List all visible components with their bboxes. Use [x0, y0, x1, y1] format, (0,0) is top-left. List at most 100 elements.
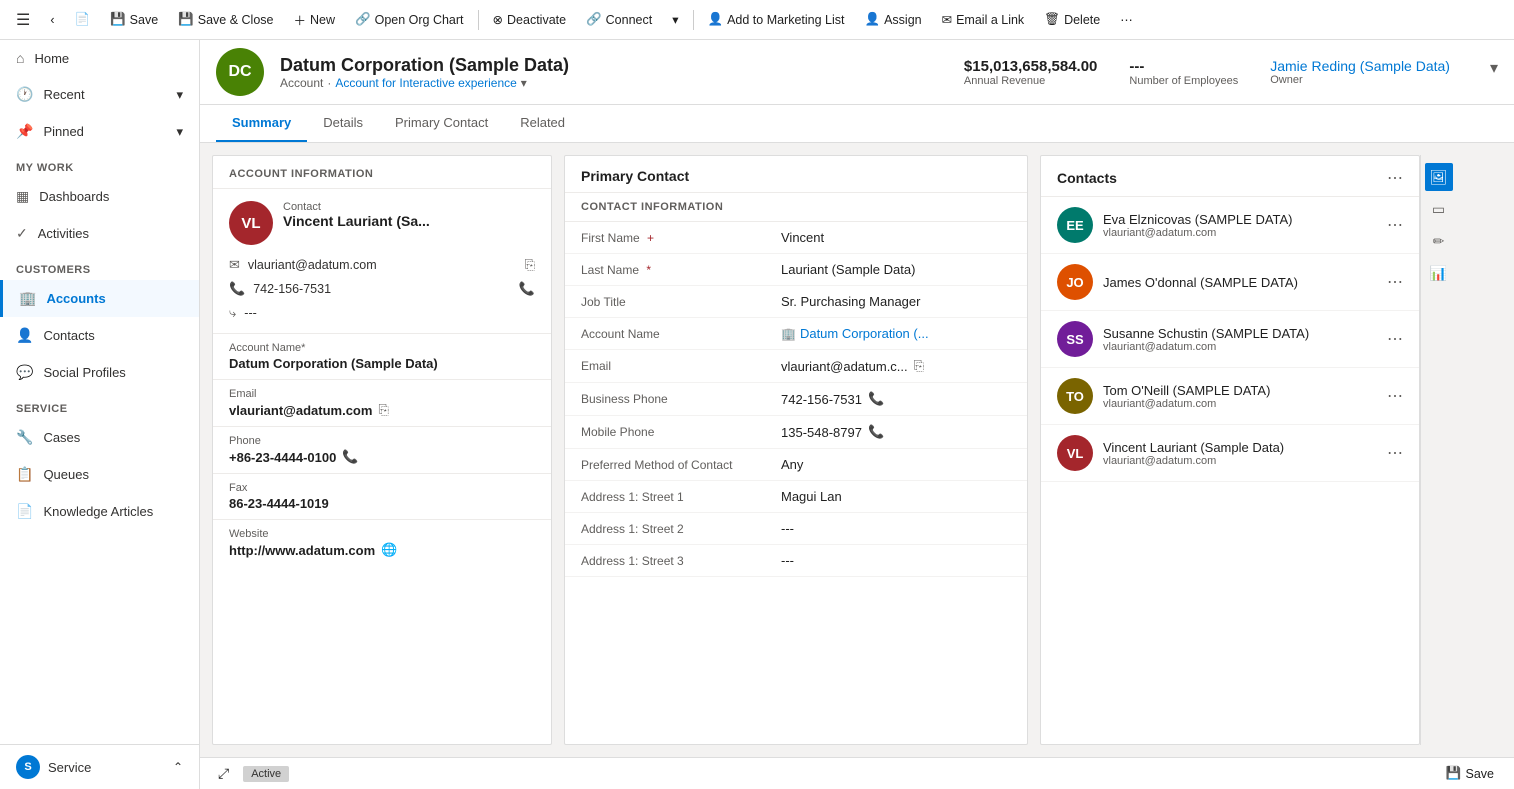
right-icon-data[interactable]: 📊 [1425, 259, 1453, 287]
contact-card-role: Contact [283, 201, 430, 213]
email-link-button[interactable]: ✉ Email a Link [934, 8, 1033, 31]
sidebar-item-knowledge[interactable]: 📄 Knowledge Articles [0, 493, 199, 530]
save-button[interactable]: 💾 Save [102, 8, 166, 31]
mobile-phone-icon[interactable]: 📞 [868, 424, 884, 440]
business-phone-value: 742-156-7531 📞 [781, 391, 1011, 407]
save-icon: 💾 [110, 12, 126, 27]
email-ci-action-icon[interactable]: ⎘ [914, 358, 924, 374]
connect-button[interactable]: 🔗 Connect [578, 8, 660, 31]
sidebar-item-dashboards[interactable]: ▦ Dashboards [0, 178, 199, 215]
assign-button[interactable]: 👤 Assign [857, 8, 930, 31]
contact-menu-to[interactable]: ⋯ [1387, 386, 1403, 406]
deactivate-button[interactable]: ⊗ Deactivate [485, 8, 575, 31]
contact-avatar-ee: EE [1057, 207, 1093, 243]
contact-menu-vl[interactable]: ⋯ [1387, 443, 1403, 463]
contact-card-name: Vincent Lauriant (Sa... [283, 213, 430, 229]
preferred-contact-value: Any [781, 457, 1011, 472]
header-fields: $15,013,658,584.00 Annual Revenue --- Nu… [964, 58, 1498, 87]
sidebar-item-contacts[interactable]: 👤 Contacts [0, 317, 199, 354]
preferred-contact-label: Preferred Method of Contact [581, 457, 781, 472]
email-action-icon[interactable]: ⎘ [378, 402, 388, 418]
contact-info-section-title: CONTACT INFORMATION [565, 192, 1027, 222]
phone-call-icon[interactable]: 📞 [519, 281, 535, 297]
contact-avatar-vl: VL [1057, 435, 1093, 471]
dashboards-icon: ▦ [16, 188, 29, 205]
list-item: EE Eva Elznicovas (SAMPLE DATA) vlaurian… [1041, 197, 1419, 254]
overflow-menu[interactable]: ⋯ [1112, 8, 1141, 31]
contact-name-jo: James O'donnal (SAMPLE DATA) [1103, 275, 1377, 290]
owner-value[interactable]: Jamie Reding (Sample Data) [1270, 58, 1450, 74]
account-link-icon: 🏢 [781, 327, 796, 341]
employees-field: --- Number of Employees [1129, 58, 1238, 87]
tab-summary[interactable]: Summary [216, 105, 307, 142]
account-name-ci-row: Account Name 🏢 Datum Corporation (... [565, 318, 1027, 350]
phone-action-icon[interactable]: 📞 [342, 449, 358, 465]
toolbar-sep-1 [478, 10, 479, 30]
expand-button[interactable]: ⤢ [212, 763, 235, 784]
sidebar-item-activities[interactable]: ✓ Activities [0, 215, 199, 252]
phone-label: Phone [229, 435, 535, 447]
contact-name-vl: Vincent Lauriant (Sample Data) [1103, 440, 1377, 455]
contact-avatar-to: TO [1057, 378, 1093, 414]
email-copy-icon[interactable]: ⎘ [525, 257, 535, 273]
account-info-title: ACCOUNT INFORMATION [213, 156, 551, 189]
phone-value: +86-23-4444-0100 [229, 450, 336, 465]
right-icon-layout[interactable]: ▭ [1425, 195, 1453, 223]
job-title-row: Job Title Sr. Purchasing Manager [565, 286, 1027, 318]
sidebar-footer-service[interactable]: S Service ⌃ [0, 745, 199, 789]
status-save-button[interactable]: 💾 Save [1438, 762, 1502, 785]
tab-primary-contact[interactable]: Primary Contact [379, 105, 504, 142]
account-info-panel: ACCOUNT INFORMATION VL Contact Vincent L… [212, 155, 552, 745]
record-title-block: Datum Corporation (Sample Data) Account … [280, 55, 948, 90]
list-item: JO James O'donnal (SAMPLE DATA) ⋯ [1041, 254, 1419, 311]
first-name-value: Vincent [781, 230, 1011, 245]
mobile-phone-row: Mobile Phone 135-548-8797 📞 [565, 416, 1027, 449]
right-icon-edit[interactable]: ✏ [1425, 227, 1453, 255]
save-close-button[interactable]: 💾 Save & Close [170, 8, 281, 31]
contacts-right-section: Contacts ⋯ EE Eva Elznicovas (SAMPLE DAT… [1040, 155, 1502, 745]
sidebar-item-queues[interactable]: 📋 Queues [0, 456, 199, 493]
email-ci-value: vlauriant@adatum.c... ⎘ [781, 358, 1011, 374]
phone-icon: 📞 [229, 281, 245, 297]
more-dropdown[interactable]: ▾ [664, 8, 686, 31]
right-icon-image[interactable]: 🖼 [1425, 163, 1453, 191]
sidebar-item-accounts[interactable]: 🏢 Accounts [0, 280, 199, 317]
org-chart-button[interactable]: 🔗 Open Org Chart [347, 8, 472, 31]
header-expand-icon[interactable]: ▾ [1490, 58, 1498, 78]
new-button[interactable]: ＋ New [285, 6, 343, 33]
record-icon[interactable]: 📄 [67, 8, 99, 31]
website-block: Website http://www.adatum.com 🌐 [213, 520, 551, 566]
hamburger-menu[interactable]: ☰ [8, 6, 38, 34]
subtitle-dropdown[interactable]: ▾ [521, 76, 527, 90]
sidebar-item-social-profiles[interactable]: 💬 Social Profiles [0, 354, 199, 391]
marketing-list-button[interactable]: 👤 Add to Marketing List [700, 8, 853, 31]
tab-details[interactable]: Details [307, 105, 379, 142]
contact-menu-ss[interactable]: ⋯ [1387, 329, 1403, 349]
record-subtitle: Account · Account for Interactive experi… [280, 76, 948, 90]
service-section-label: Service [0, 391, 199, 419]
business-phone-icon[interactable]: 📞 [868, 391, 884, 407]
account-name-link[interactable]: 🏢 Datum Corporation (... [781, 326, 929, 341]
last-name-label: Last Name * [581, 262, 781, 277]
back-button[interactable]: ‹ [42, 9, 62, 31]
contact-menu-jo[interactable]: ⋯ [1387, 272, 1403, 292]
customers-label: Customers [0, 252, 199, 280]
contact-card-details: Contact Vincent Lauriant (Sa... [283, 201, 430, 229]
sidebar-item-cases[interactable]: 🔧 Cases [0, 419, 199, 456]
tab-related[interactable]: Related [504, 105, 581, 142]
preferred-contact-row: Preferred Method of Contact Any [565, 449, 1027, 481]
contact-menu-ee[interactable]: ⋯ [1387, 215, 1403, 235]
email-label: Email [229, 388, 535, 400]
last-name-row: Last Name * Lauriant (Sample Data) [565, 254, 1027, 286]
sidebar-item-home[interactable]: ⌂ Home [0, 40, 199, 76]
experience-link[interactable]: Account for Interactive experience [335, 76, 516, 90]
website-label: Website [229, 528, 535, 540]
delete-button[interactable]: 🗑 Delete [1036, 8, 1108, 31]
contacts-panel-menu-icon[interactable]: ⋯ [1387, 168, 1403, 188]
website-action-icon[interactable]: 🌐 [381, 542, 397, 558]
sidebar-item-recent[interactable]: 🕐 Recent ▾ [0, 76, 199, 113]
pinned-arrow: ▾ [176, 124, 183, 140]
sidebar-item-pinned[interactable]: 📌 Pinned ▾ [0, 113, 199, 150]
save-close-icon: 💾 [178, 12, 194, 27]
website-value-row: http://www.adatum.com 🌐 [229, 542, 535, 558]
